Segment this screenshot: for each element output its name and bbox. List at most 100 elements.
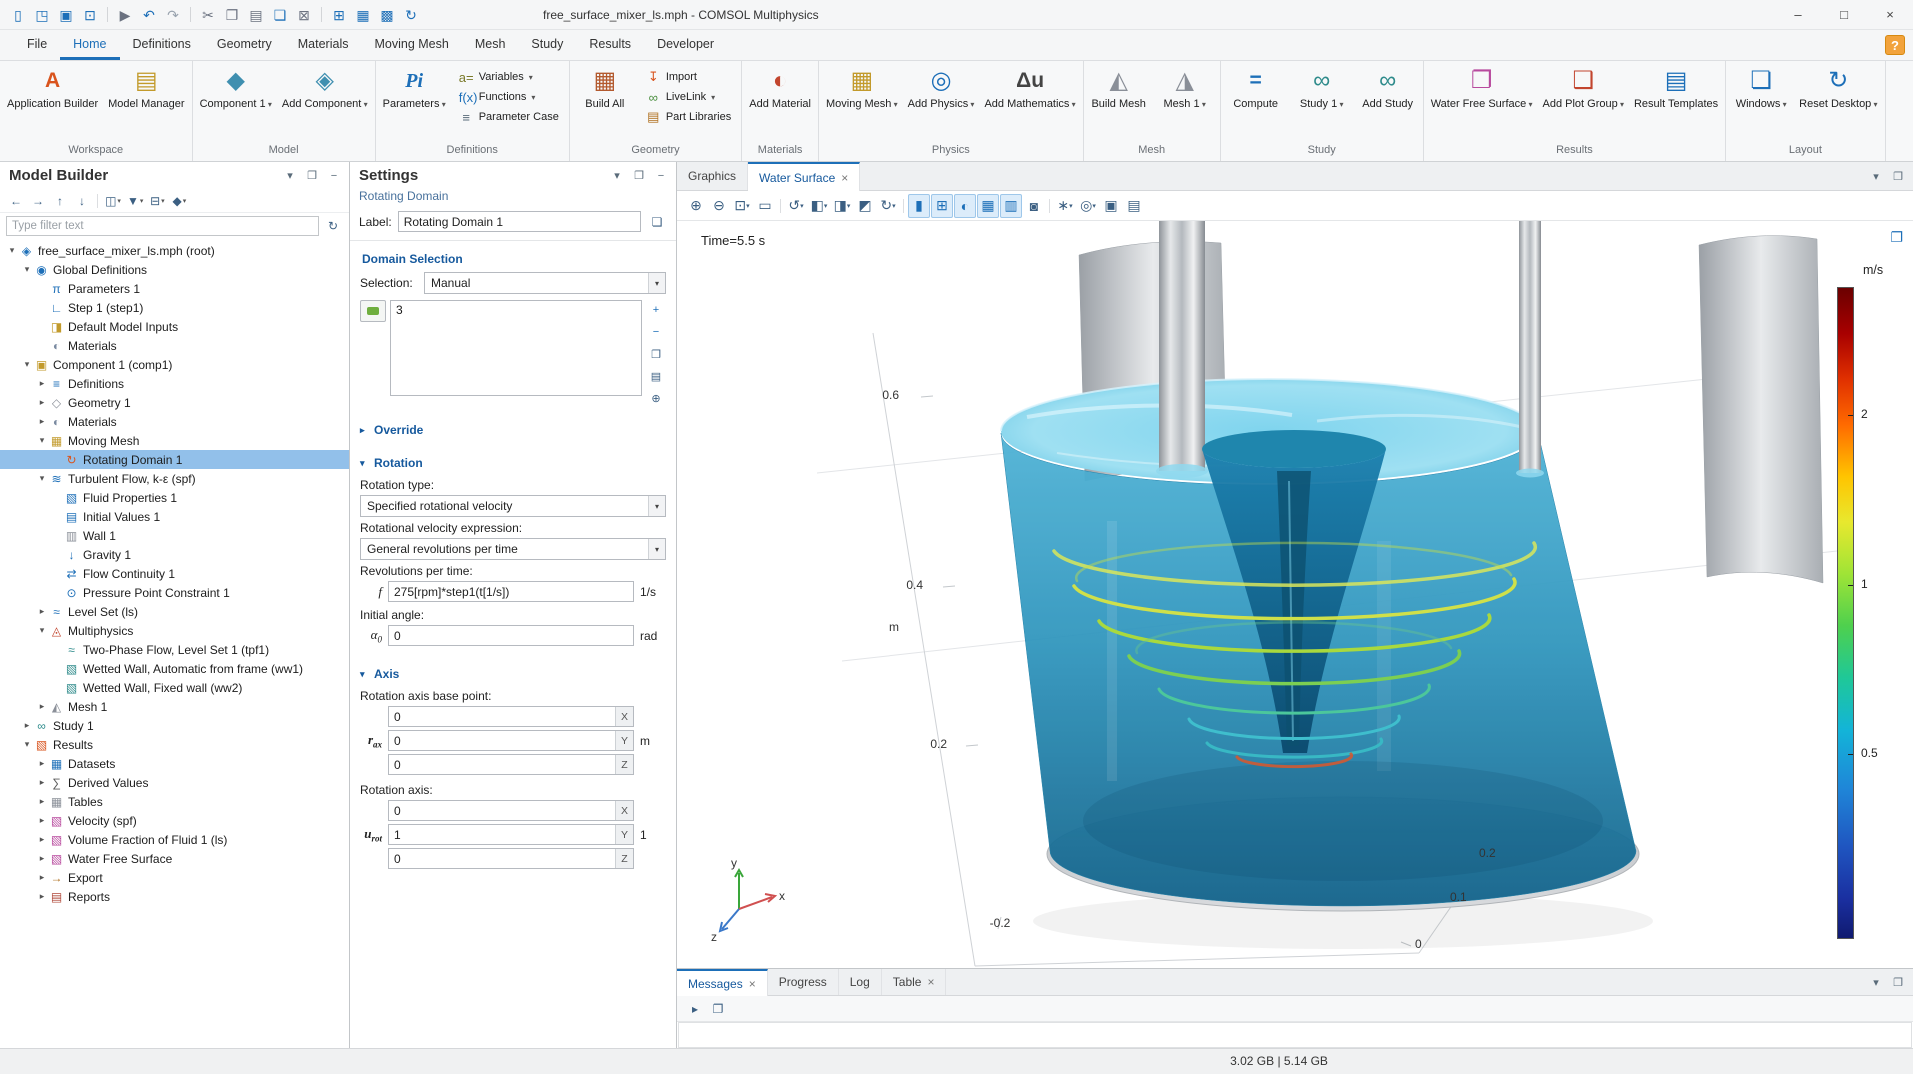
- selection-list[interactable]: 3: [390, 300, 642, 396]
- tree-item[interactable]: ▸≡Definitions: [0, 374, 349, 393]
- undo-button[interactable]: ↶: [137, 3, 161, 27]
- modify-node-icon[interactable]: ◆▾: [169, 191, 189, 211]
- image-snapshot-icon[interactable]: ▣: [1100, 194, 1122, 218]
- section-header-rotation[interactable]: Rotation: [360, 452, 666, 474]
- chevron-collapsed-icon[interactable]: ▸: [36, 416, 48, 427]
- move-up-icon[interactable]: ↑: [50, 191, 70, 211]
- chevron-collapsed-icon[interactable]: ▸: [36, 378, 48, 389]
- ribbon-button-add-plot-group[interactable]: ❑Add Plot Group ▾: [1538, 61, 1629, 141]
- add-selection-icon[interactable]: +: [646, 300, 666, 320]
- chevron-collapsed-icon[interactable]: ▸: [36, 815, 48, 826]
- add-node-button[interactable]: ⊞: [327, 3, 351, 27]
- chevron-collapsed-icon[interactable]: ▸: [36, 891, 48, 902]
- selection-select[interactable]: Manual ▾: [424, 272, 666, 294]
- velocity-expression-select[interactable]: General revolutions per time ▾: [360, 538, 666, 560]
- base-z-input[interactable]: [388, 754, 634, 775]
- zoom-extents-icon[interactable]: ⊡▾: [731, 194, 753, 218]
- tree-item[interactable]: ▾▦Moving Mesh: [0, 431, 349, 450]
- graphics-tab-water-surface[interactable]: Water Surface×: [748, 162, 860, 191]
- menu-tab-results[interactable]: Results: [576, 30, 644, 60]
- tree-item[interactable]: ▸▧Velocity (spf): [0, 811, 349, 830]
- redo-button[interactable]: ↷: [161, 3, 185, 27]
- compact-tree-icon[interactable]: ⊟▾: [147, 191, 167, 211]
- tree-item[interactable]: ▸▦Tables: [0, 792, 349, 811]
- nav-back-icon[interactable]: ←: [6, 191, 26, 211]
- show-grid-icon[interactable]: ⊞: [931, 194, 953, 218]
- chevron-expanded-icon[interactable]: ▾: [21, 739, 33, 750]
- ribbon-button-windows[interactable]: ❏Windows ▾: [1728, 61, 1794, 141]
- menu-tab-definitions[interactable]: Definitions: [120, 30, 204, 60]
- scene-light-icon[interactable]: ∗▾: [1054, 194, 1076, 218]
- new-file-button[interactable]: ▯: [6, 3, 30, 27]
- paste-button[interactable]: ▤: [244, 3, 268, 27]
- graphics-tab-graphics[interactable]: Graphics: [677, 162, 748, 190]
- ribbon-button-result-templates[interactable]: ▤Result Templates: [1629, 61, 1723, 141]
- ribbon-button-functions[interactable]: f(x)Functions▾: [455, 87, 563, 107]
- show-mesh-rendering-icon[interactable]: ▦: [977, 194, 999, 218]
- refresh-plot-icon[interactable]: ↻▾: [877, 194, 899, 218]
- chevron-expanded-icon[interactable]: ▾: [21, 359, 33, 370]
- messages-content[interactable]: [678, 1022, 1912, 1048]
- move-down-icon[interactable]: ↓: [72, 191, 92, 211]
- ribbon-button-add-component[interactable]: ◈Add Component ▾: [277, 61, 373, 141]
- chevron-collapsed-icon[interactable]: ▸: [36, 834, 48, 845]
- graphics-canvas[interactable]: Time=5.5 s ❐: [677, 221, 1913, 968]
- run-button[interactable]: ▶: [113, 3, 137, 27]
- messages-tab-progress[interactable]: Progress: [768, 969, 839, 995]
- ribbon-button-build-all[interactable]: ▦Build All: [572, 61, 638, 141]
- tree-item[interactable]: ↻Rotating Domain 1: [0, 450, 349, 469]
- selection-list-item[interactable]: 3: [396, 303, 636, 317]
- ribbon-button-parameter-case[interactable]: ≡Parameter Case: [455, 107, 563, 127]
- close-button[interactable]: ×: [1867, 0, 1913, 30]
- tree-item[interactable]: ◐Materials: [0, 336, 349, 355]
- panel-menu-icon[interactable]: ▾: [608, 167, 626, 185]
- rotation-type-select[interactable]: Specified rotational velocity ▾: [360, 495, 666, 517]
- initial-angle-input[interactable]: [388, 625, 634, 646]
- filter-input[interactable]: [6, 216, 319, 236]
- open-file-button[interactable]: ◳: [30, 3, 54, 27]
- show-color-legend-icon[interactable]: ▮: [908, 194, 930, 218]
- ribbon-button-compute[interactable]: =Compute: [1223, 61, 1289, 141]
- menu-tab-developer[interactable]: Developer: [644, 30, 727, 60]
- lock-view-icon[interactable]: ◙: [1023, 194, 1045, 218]
- show-edges-icon[interactable]: ▥: [1000, 194, 1022, 218]
- tree-item[interactable]: ▾≋Turbulent Flow, k-ε (spf): [0, 469, 349, 488]
- paste-selection-icon[interactable]: ▤: [646, 366, 666, 386]
- menu-tab-home[interactable]: Home: [60, 30, 119, 60]
- save-as-button[interactable]: ⊡: [78, 3, 102, 27]
- menu-tab-file[interactable]: File: [14, 30, 60, 60]
- tree-item[interactable]: ▾◬Multiphysics: [0, 621, 349, 640]
- tree-item[interactable]: ▸≈Level Set (ls): [0, 602, 349, 621]
- float-panel-icon[interactable]: ❐: [303, 167, 321, 185]
- chevron-collapsed-icon[interactable]: ▸: [21, 720, 33, 731]
- environment-icon[interactable]: ◎▾: [1077, 194, 1099, 218]
- tree-item[interactable]: ↓Gravity 1: [0, 545, 349, 564]
- update-button[interactable]: ↻: [399, 3, 423, 27]
- follow-icon[interactable]: ▸: [685, 999, 705, 1019]
- tree-item[interactable]: ⊙Pressure Point Constraint 1: [0, 583, 349, 602]
- chevron-collapsed-icon[interactable]: ▸: [36, 758, 48, 769]
- chevron-collapsed-icon[interactable]: ▸: [36, 872, 48, 883]
- delete-button[interactable]: ⊠: [292, 3, 316, 27]
- float-panel-icon[interactable]: ❐: [1889, 167, 1907, 185]
- tree-item[interactable]: ▸◭Mesh 1: [0, 697, 349, 716]
- active-selection-toggle[interactable]: [360, 300, 386, 322]
- chevron-collapsed-icon[interactable]: ▸: [36, 397, 48, 408]
- messages-tab-table[interactable]: Table×: [882, 969, 947, 995]
- collapse-panel-icon[interactable]: −: [325, 167, 343, 185]
- view-xy-icon[interactable]: ◧▾: [808, 194, 830, 218]
- axis-z-input[interactable]: [388, 848, 634, 869]
- tree-item[interactable]: ∟Step 1 (step1): [0, 298, 349, 317]
- tree-item[interactable]: ▸∞Study 1: [0, 716, 349, 735]
- copy-selection-icon[interactable]: ❐: [646, 344, 666, 364]
- ribbon-button-application-builder[interactable]: AApplication Builder: [2, 61, 103, 141]
- collapse-panel-icon[interactable]: −: [652, 167, 670, 185]
- tree-item[interactable]: ≈Two-Phase Flow, Level Set 1 (tpf1): [0, 640, 349, 659]
- chevron-collapsed-icon[interactable]: ▸: [36, 606, 48, 617]
- menu-tab-moving-mesh[interactable]: Moving Mesh: [361, 30, 461, 60]
- axis-x-input[interactable]: [388, 800, 634, 821]
- matrix-button[interactable]: ▩: [375, 3, 399, 27]
- ribbon-button-mesh-1[interactable]: ◮Mesh 1 ▾: [1152, 61, 1218, 141]
- ribbon-button-import[interactable]: ↧Import: [642, 67, 735, 87]
- show-material-color-icon[interactable]: ◐: [954, 194, 976, 218]
